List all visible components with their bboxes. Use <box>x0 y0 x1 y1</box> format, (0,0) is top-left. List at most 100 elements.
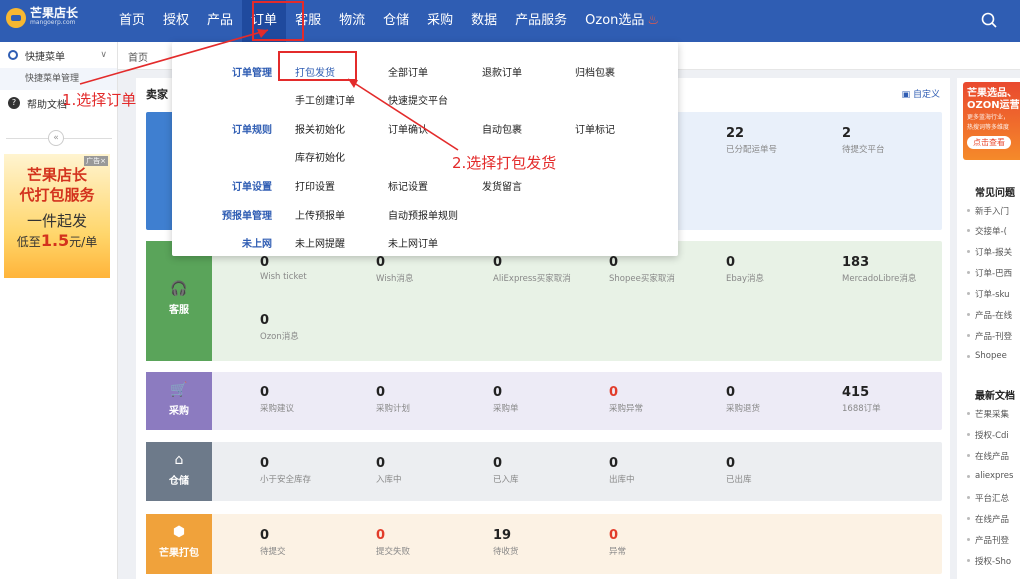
purchase-stat-plan[interactable]: 0 采购计划 <box>376 385 410 414</box>
help-icon: ? <box>8 97 20 109</box>
step2-annotation: 2.选择打包发货 <box>452 154 557 172</box>
packing-stat-receiving[interactable]: 19 待收货 <box>493 528 519 557</box>
sidebar-quick-menu[interactable]: 快捷菜单 ∨ <box>0 42 117 68</box>
service-stat-shopee[interactable]: 0 Shopee买家取消 <box>609 255 675 284</box>
purchase-label: 采购 <box>169 406 189 417</box>
quick-menu-label: 快捷菜单 <box>25 51 65 63</box>
dd-group-order-settings: 订单设置 <box>232 182 272 193</box>
faq-item[interactable]: 订单-报关 <box>966 246 1012 258</box>
packing-stat-exception[interactable]: 0 异常 <box>609 528 626 557</box>
service-stat-wish-ticket[interactable]: 0 Wish ticket <box>260 255 307 282</box>
nav-ozon-label: Ozon选品 <box>585 13 645 28</box>
promo-line3: 更多蓝海行业， <box>967 114 1010 121</box>
faq-item[interactable]: 新手入门 <box>966 205 1009 217</box>
menu-item-quick-submit[interactable]: 快速提交平台 <box>388 92 448 107</box>
main-nav: 首页 授权 产品 订单 客服 物流 仓储 采购 数据 产品服务 Ozon选品 ♨ <box>110 0 668 42</box>
nav-products[interactable]: 产品 <box>198 0 242 42</box>
service-stat-ozon[interactable]: 0 Ozon消息 <box>260 313 299 342</box>
menu-item-order-confirm[interactable]: 订单确认 <box>388 121 428 136</box>
brand-logo[interactable]: 芒果店长 mangoerp.com <box>6 7 78 28</box>
doc-item[interactable]: 产品刊登 <box>966 534 1009 546</box>
warehouse-stat-stored[interactable]: 0 已入库 <box>493 456 519 485</box>
warehouse-label: 仓储 <box>169 476 189 487</box>
sidebar: 快捷菜单 ∨ 快捷菜单管理 ? 帮助文档 « 广告× 芒果店长 代打包服务 一件… <box>0 42 118 579</box>
packing-label: 芒果打包 <box>159 548 199 559</box>
doc-item[interactable]: 授权-Cdi <box>967 429 1009 441</box>
menu-item-print-settings[interactable]: 打印设置 <box>295 178 335 193</box>
nav-product-service[interactable]: 产品服务 <box>506 0 576 42</box>
packing-stat-to-submit[interactable]: 0 待提交 <box>260 528 286 557</box>
collapse-sidebar-button[interactable]: « <box>48 130 64 146</box>
packing-stat-failed[interactable]: 0 提交失败 <box>376 528 410 557</box>
ad-banner[interactable]: 广告× 芒果店长 代打包服务 一件起发 低至1.5元/单 <box>4 154 110 278</box>
order-stat-to-submit[interactable]: 2 待提交平台 <box>842 126 885 155</box>
ad-price-pre: 低至 <box>16 235 41 249</box>
nav-ozon[interactable]: Ozon选品 ♨ <box>576 0 668 42</box>
menu-item-manual-create[interactable]: 手工创建订单 <box>295 92 355 107</box>
promo-line4: 热搜词等多维度 <box>967 124 1010 131</box>
sidebar-item-quick-menu-manage[interactable]: 快捷菜单管理 <box>0 68 117 90</box>
menu-item-all-orders[interactable]: 全部订单 <box>388 64 428 79</box>
menu-item-refund-orders[interactable]: 退款订单 <box>482 64 522 79</box>
menu-item-auto-package[interactable]: 自动包裹 <box>482 121 522 136</box>
purchase-stat-return[interactable]: 0 采购退货 <box>726 385 760 414</box>
purchase-stat-suggest[interactable]: 0 采购建议 <box>260 385 294 414</box>
doc-item[interactable]: 在线产品 <box>966 450 1009 462</box>
headset-icon: 🎧 <box>170 281 188 297</box>
docs-title: 最新文档 <box>975 391 1015 402</box>
service-stat-ebay[interactable]: 0 Ebay消息 <box>726 255 764 284</box>
nav-authorize[interactable]: 授权 <box>154 0 198 42</box>
breadcrumb[interactable]: 首页 <box>128 49 148 64</box>
doc-item[interactable]: 在线产品 <box>966 513 1009 525</box>
faq-item[interactable]: 产品-在线 <box>966 309 1012 321</box>
nav-home[interactable]: 首页 <box>110 0 154 42</box>
order-stat-assigned[interactable]: 22 已分配运单号 <box>726 126 777 155</box>
warehouse-stat-outbound[interactable]: 0 出库中 <box>609 456 635 485</box>
dd-group-not-online: 未上网 <box>242 239 272 250</box>
faq-item[interactable]: 订单-巴西 <box>966 267 1012 279</box>
warehouse-stat-shipped[interactable]: 0 已出库 <box>726 456 752 485</box>
menu-item-order-mark[interactable]: 订单标记 <box>575 121 615 136</box>
ad-line1: 芒果店长 <box>26 166 87 184</box>
service-stat-wish-msg[interactable]: 0 Wish消息 <box>376 255 413 284</box>
customize-button[interactable]: ▣ 自定义 <box>902 87 940 100</box>
warehouse-stat-low[interactable]: 0 小于安全库存 <box>260 456 311 485</box>
service-stat-aliexpress[interactable]: 0 AliExpress买家取消 <box>493 255 571 284</box>
faq-item[interactable]: Shopee <box>967 351 1007 361</box>
warehouse-stat-inbound[interactable]: 0 入库中 <box>376 456 402 485</box>
menu-item-not-online-orders[interactable]: 未上网订单 <box>388 235 438 250</box>
promo-line1: 芒果选品、 <box>967 88 1017 99</box>
ad-price: 1.5 <box>40 231 70 250</box>
purchase-stat-exception[interactable]: 0 采购异常 <box>609 385 643 414</box>
menu-item-customs-init[interactable]: 报关初始化 <box>295 121 345 136</box>
doc-item[interactable]: 授权-Sho <box>966 555 1011 567</box>
menu-item-not-online-reminder[interactable]: 未上网提醒 <box>295 235 345 250</box>
nav-data[interactable]: 数据 <box>462 0 506 42</box>
purchase-stat-order[interactable]: 0 采购单 <box>493 385 519 414</box>
search-icon[interactable] <box>980 11 998 29</box>
faq-item[interactable]: 产品-刊登 <box>966 330 1012 342</box>
menu-item-stock-init[interactable]: 库存初始化 <box>295 149 345 164</box>
faq-item[interactable]: 订单-sku <box>967 288 1010 300</box>
promo-view-button[interactable]: 点击查看 <box>967 136 1011 149</box>
menu-item-mark-settings[interactable]: 标记设置 <box>388 178 428 193</box>
purchase-stat-1688[interactable]: 415 1688订单 <box>842 385 881 414</box>
faq-item[interactable]: 交接单-( <box>967 225 1007 237</box>
nav-purchase[interactable]: 采购 <box>418 0 462 42</box>
chevron-down-icon: ∨ <box>100 50 107 60</box>
nav-warehouse[interactable]: 仓储 <box>374 0 418 42</box>
mango-logo-icon <box>6 8 26 28</box>
nav-logistics[interactable]: 物流 <box>330 0 374 42</box>
menu-item-ship-message[interactable]: 发货留言 <box>482 178 522 193</box>
menu-item-archived[interactable]: 归档包裹 <box>575 64 615 79</box>
menu-item-upload-forecast[interactable]: 上传预报单 <box>295 207 345 222</box>
service-icon-cell: 🎧 客服 <box>146 241 212 361</box>
doc-item[interactable]: 芒果采集 <box>966 408 1009 420</box>
service-stat-mercadolibre[interactable]: 183 MercadoLibre消息 <box>842 255 916 284</box>
menu-item-auto-forecast-rules[interactable]: 自动预报单规则 <box>388 207 458 222</box>
doc-item[interactable]: 平台汇总 <box>966 492 1009 504</box>
dd-group-order-rules: 订单规则 <box>232 125 272 136</box>
promo-banner[interactable]: 芒果选品、 OZON运营 更多蓝海行业， 热搜词等多维度 点击查看 <box>963 82 1020 160</box>
doc-item[interactable]: aliexpres <box>966 471 1013 481</box>
purchase-icon-cell: 🛒 采购 <box>146 372 212 430</box>
